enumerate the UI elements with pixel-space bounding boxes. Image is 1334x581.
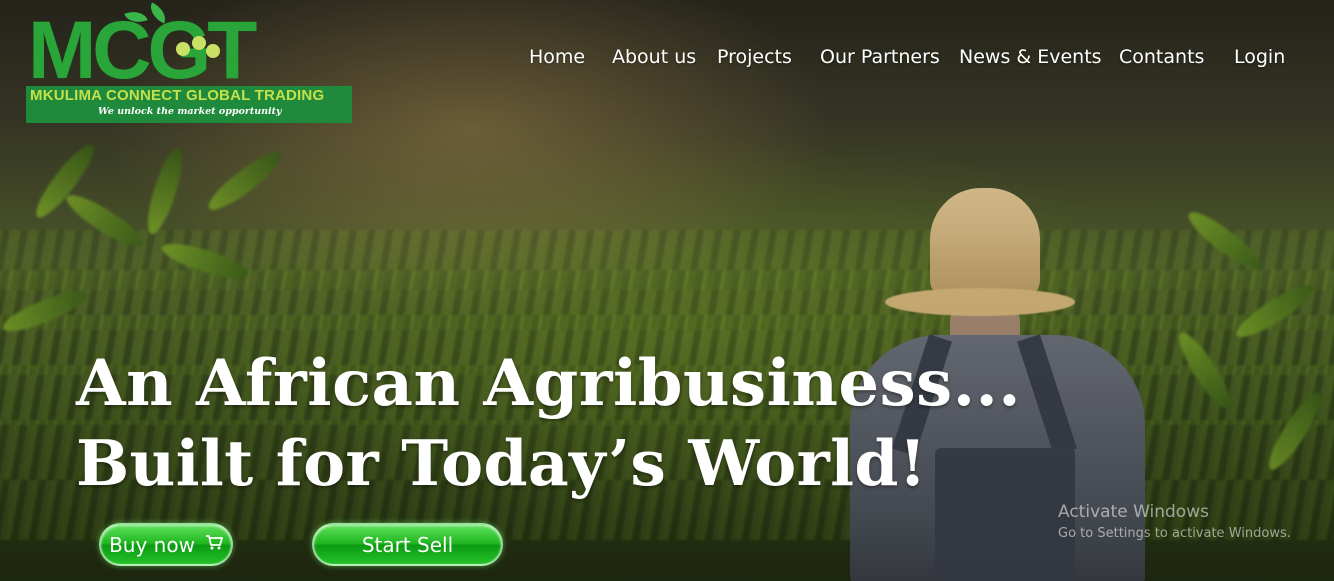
nav-about-us[interactable]: About us — [612, 46, 696, 68]
nav-login[interactable]: Login — [1234, 46, 1285, 68]
hero-headline-line1: An African Agribusiness... — [76, 346, 1022, 421]
start-sell-label: Start Sell — [361, 532, 454, 557]
shopping-cart-icon — [205, 534, 223, 555]
buy-now-label: Buy now — [109, 532, 195, 557]
main-nav: Home About us Projects Our Partners News… — [0, 0, 1334, 120]
buy-now-button[interactable]: Buy now — [99, 523, 233, 566]
windows-activation-watermark: Activate Windows Go to Settings to activ… — [1058, 502, 1291, 541]
nav-our-partners[interactable]: Our Partners — [820, 46, 940, 68]
hero-headline-line2: Built for Today’s World! — [76, 426, 927, 500]
nav-projects[interactable]: Projects — [717, 46, 792, 68]
watermark-title: Activate Windows — [1058, 502, 1209, 522]
nav-home[interactable]: Home — [529, 46, 585, 68]
nav-news-events[interactable]: News & Events — [959, 46, 1102, 68]
start-sell-button[interactable]: Start Sell — [312, 523, 503, 566]
nav-contacts[interactable]: Contants — [1119, 46, 1204, 68]
watermark-subtitle: Go to Settings to activate Windows. — [1058, 526, 1291, 541]
